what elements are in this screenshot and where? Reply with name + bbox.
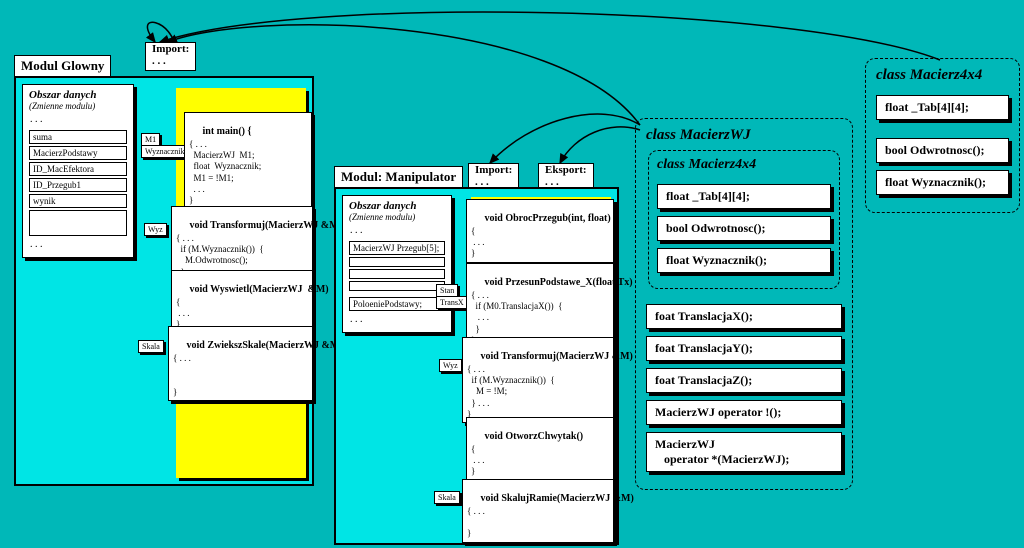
member: float Wyznacznik(); <box>657 248 831 273</box>
fn-otworz: void OtworzChwytak() { . . . } <box>466 417 614 481</box>
data-trailing-2: . . . <box>349 311 445 328</box>
class-macierzwj-title: class MacierzWJ <box>644 125 844 150</box>
module-manipulator-title: Modul: Manipulator <box>334 166 463 188</box>
module-glowny-import: Import: . . . <box>145 42 196 71</box>
data-area-heading: Obszar danych <box>29 89 127 101</box>
fn-wyswietl-sig: void Wyswietl(MacierzWJ &M) <box>190 284 329 295</box>
module-manipulator-title-text: Modul: Manipulator <box>341 169 456 184</box>
fn-transformuj2-body: { . . . if (M.Wyznacznik()) { M = !M; } … <box>467 364 555 419</box>
data-var-empty <box>349 257 445 267</box>
fn-wyswietl-body: { . . . } <box>176 297 190 330</box>
member: float Wyznacznik(); <box>876 170 1009 195</box>
data-var: MacierzPodstawy <box>29 146 127 160</box>
data-var: PoloeniePodstawy; <box>349 297 445 311</box>
member: foat TranslacjaX(); <box>646 304 842 329</box>
data-var: ID_MacEfektora <box>29 162 127 176</box>
fn-transformuj-sig: void Transformuj(MacierzWJ &M) <box>190 220 342 231</box>
fn-skaluj-sig: void SkalujRamie(MacierzWJ &M) <box>481 493 634 504</box>
module-glowny-title-text: Modul Glowny <box>21 58 104 73</box>
data-var: wynik <box>29 194 127 208</box>
fn-transformuj2: void Transformuj(MacierzWJ &M) { . . . i… <box>462 337 614 423</box>
class-macierzwj: class MacierzWJ class Macierz4x4 float _… <box>635 118 853 490</box>
param-skala: Skala <box>138 340 164 353</box>
fn-main: int main() { { . . . MacierzWJ M1; float… <box>184 112 312 209</box>
param-wyz2: Wyz <box>439 359 462 372</box>
fn-zwieksz: void ZwiekszSkale(MacierzWJ &M) { . . . … <box>168 326 313 401</box>
param-wyznacznik: Wyznacznik <box>141 145 189 158</box>
data-area-dots: . . . <box>29 111 127 128</box>
member: foat TranslacjaY(); <box>646 336 842 361</box>
member: MacierzWJ operator *(MacierzWJ); <box>646 432 842 472</box>
data-var-empty <box>349 269 445 279</box>
module-glowny-body: Obszar danych (Zmienne modulu) . . . sum… <box>14 76 314 486</box>
member: float _Tab[4][4]; <box>657 184 831 209</box>
fn-main-body: { . . . MacierzWJ M1; float Wyznacznik; … <box>189 139 261 205</box>
module-glowny-data-area: Obszar danych (Zmienne modulu) . . . sum… <box>22 84 134 258</box>
fn-skaluj: void SkalujRamie(MacierzWJ &M) { . . . } <box>462 479 614 543</box>
member: foat TranslacjaZ(); <box>646 368 842 393</box>
data-var-empty <box>29 210 127 236</box>
param-skala2: Skala <box>434 491 460 504</box>
fn-transformuj2-sig: void Transformuj(MacierzWJ &M) <box>481 351 633 362</box>
param-wyz: Wyz <box>144 223 167 236</box>
fn-zwieksz-body: { . . . } <box>173 353 191 397</box>
data-var: suma <box>29 130 127 144</box>
module-manipulator-data-area: Obszar danych (Zmienne modulu) . . . Mac… <box>342 195 452 333</box>
data-var: ID_Przegub1 <box>29 178 127 192</box>
fn-main-sig: int main() { <box>203 126 252 137</box>
fn-zwieksz-sig: void ZwiekszSkale(MacierzWJ &M) <box>187 340 343 351</box>
member: float _Tab[4][4]; <box>876 95 1009 120</box>
fn-przesun-sig: void PrzesunPodstawe_X(float Tx) <box>485 277 633 288</box>
data-var: MacierzWJ Przegub[5]; <box>349 241 445 255</box>
fn-obroc-sig: void ObrocPrzegub(int, float) <box>485 213 611 224</box>
member: MacierzWJ operator !(); <box>646 400 842 425</box>
data-var-empty <box>349 281 445 291</box>
param-transx: TransX <box>436 296 468 309</box>
data-dots-2: . . . <box>349 222 445 239</box>
fn-skaluj-body: { . . . } <box>467 506 485 539</box>
class-macierz4x4: class Macierz4x4 float _Tab[4][4]; bool … <box>865 58 1020 213</box>
fn-otworz-sig: void OtworzChwytak() <box>485 431 584 442</box>
class-macierz4x4-inner: class Macierz4x4 float _Tab[4][4]; bool … <box>648 150 840 289</box>
class-inner-title: class Macierz4x4 <box>655 155 833 179</box>
class-macierz4x4-title: class Macierz4x4 <box>874 65 1011 90</box>
data-area-sub-2: (Zmienne modulu) <box>349 212 445 222</box>
member: bool Odwrotnosc(); <box>876 138 1009 163</box>
module-manipulator-body: Obszar danych (Zmienne modulu) . . . Mac… <box>334 187 619 545</box>
fn-obroc: void ObrocPrzegub(int, float) { . . . } <box>466 199 614 263</box>
fn-otworz-body: { . . . } <box>471 444 485 477</box>
diagram-canvas: Modul Glowny Import: . . . Obszar danych… <box>0 0 1024 548</box>
module-glowny-title: Modul Glowny <box>14 55 111 77</box>
data-area-heading-2: Obszar danych <box>349 200 445 212</box>
fn-obroc-body: { . . . } <box>471 226 485 259</box>
member: bool Odwrotnosc(); <box>657 216 831 241</box>
data-area-sub: (Zmienne modulu) <box>29 101 127 111</box>
fn-wyswietl: void Wyswietl(MacierzWJ &M) { . . . } <box>171 270 313 334</box>
data-trailing: . . . <box>29 236 127 253</box>
